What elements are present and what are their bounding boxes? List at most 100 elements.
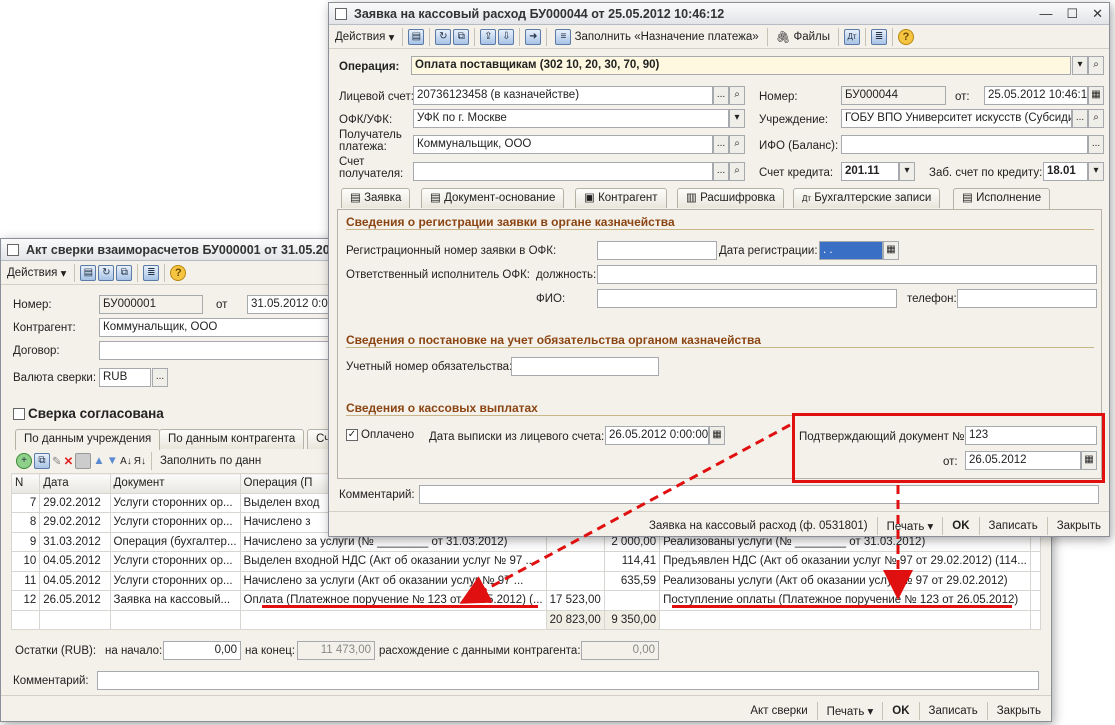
schet-kred-field[interactable]: 201.11 xyxy=(841,162,899,181)
schet-field[interactable] xyxy=(413,162,713,181)
akt-date-field[interactable]: 31.05.2012 0:00 xyxy=(247,295,329,314)
report-icon[interactable]: ≣ xyxy=(143,264,160,281)
licevoy-field[interactable]: 20736123458 (в казначействе) xyxy=(413,86,713,105)
schet-kred-dropdown[interactable]: ▾ xyxy=(899,162,915,181)
akt-fill-button[interactable]: Заполнить по данн xyxy=(157,451,264,471)
poluch-select-button[interactable]: ... xyxy=(713,135,729,154)
close-icon[interactable]: ✕ xyxy=(1092,6,1103,22)
sort-asc-icon[interactable]: А↓ xyxy=(120,456,132,467)
post-icon[interactable]: ▤ xyxy=(408,28,425,45)
ifo-select-button[interactable]: ... xyxy=(1088,135,1104,154)
poluch-field[interactable]: Коммунальщик, ООО xyxy=(413,135,713,154)
files-button[interactable]: 🖇 Файлы xyxy=(773,27,833,47)
operation-search-icon[interactable]: ⌕ xyxy=(1088,56,1104,75)
zab-dropdown[interactable]: ▾ xyxy=(1088,162,1104,181)
uchr-field[interactable]: ГОБУ ВПО Университет искусств (Субсидия xyxy=(841,109,1072,128)
uchr-search-icon[interactable]: ⌕ xyxy=(1088,109,1104,128)
akt-valuta-field[interactable]: RUB xyxy=(99,368,151,387)
poluch-search-icon[interactable]: ⌕ xyxy=(729,135,745,154)
delete-icon[interactable]: ✕ xyxy=(64,454,74,468)
akt-report-button[interactable]: Акт сверки xyxy=(750,705,807,717)
akt-print-button[interactable]: Печать ▾ xyxy=(827,704,874,718)
table-row[interactable]: 11 04.05.2012 Услуги сторонних ор... Начисл… xyxy=(10,570,1042,591)
ofk-field[interactable]: УФК по г. Москве xyxy=(413,109,729,128)
akt-ok-button[interactable]: OK xyxy=(892,705,909,717)
col-date[interactable]: Дата xyxy=(39,473,111,494)
refresh-icon[interactable]: ↻ xyxy=(98,264,115,281)
zayavka-ok-button[interactable]: OK xyxy=(952,520,969,532)
table-row[interactable]: 10 04.05.2012 Услуги сторонних ор... Выделе… xyxy=(10,551,1042,572)
help-icon[interactable]: ? xyxy=(170,264,187,281)
tab-po-dannym-kontragenta[interactable]: По данным контрагента xyxy=(159,429,305,449)
nomer-field[interactable]: БУ000044 xyxy=(841,86,946,105)
uchet-field[interactable] xyxy=(511,357,659,376)
tab-rasshifrovka[interactable]: ▥ Расшифровка xyxy=(677,188,785,208)
akt-valuta-select-button[interactable]: ... xyxy=(152,368,168,387)
operation-dropdown-button[interactable]: ▾ xyxy=(1072,56,1088,75)
copy-icon[interactable]: ⧉ xyxy=(116,264,133,281)
uchr-select-button[interactable]: ... xyxy=(1072,109,1088,128)
col-document[interactable]: Документ xyxy=(109,473,241,494)
akt-dogovor-field[interactable] xyxy=(99,341,329,360)
add-icon[interactable]: + xyxy=(16,453,32,469)
vyp-calendar-icon[interactable]: ▦ xyxy=(709,426,725,445)
based-on-icon[interactable]: ⇪ xyxy=(480,28,497,45)
akt-save-button[interactable]: Записать xyxy=(929,705,978,717)
licevoy-search-icon[interactable]: ⌕ xyxy=(729,86,745,105)
akt-agreed-checkbox[interactable]: Сверка согласована xyxy=(13,406,164,421)
akt-comment-field[interactable] xyxy=(97,671,1039,690)
tab-kontragent[interactable]: ▣ Контрагент xyxy=(575,188,667,208)
akt-actions-menu[interactable]: Действия ▾ xyxy=(4,263,69,283)
post-icon[interactable]: ▤ xyxy=(80,264,97,281)
akt-number-field[interactable]: БУ000001 xyxy=(99,295,203,314)
schet-search-icon[interactable]: ⌕ xyxy=(729,162,745,181)
minimize-icon[interactable]: — xyxy=(1039,6,1052,22)
move-down-icon[interactable]: ▼ xyxy=(107,455,118,467)
zayavka-actions-menu[interactable]: Действия ▾ xyxy=(332,27,397,47)
operation-field[interactable]: Оплата поставщикам (302 10, 20, 30, 70, … xyxy=(411,56,1071,75)
zab-field[interactable]: 18.01 xyxy=(1043,162,1088,181)
tab-po-dannym-uchrezhdeniya[interactable]: По данным учреждения xyxy=(15,429,161,450)
date-field[interactable]: 25.05.2012 10:46:12 xyxy=(984,86,1088,105)
reg-field[interactable] xyxy=(597,241,717,260)
structure-icon[interactable]: ⇩ xyxy=(498,28,515,45)
copy-icon[interactable]: ⧉ xyxy=(453,28,470,45)
tab-ispolnenie[interactable]: ▤ Исполнение xyxy=(953,188,1051,209)
zayavka-close-button[interactable]: Закрыть xyxy=(1057,520,1101,532)
sort-desc-icon[interactable]: Я↓ xyxy=(134,456,146,467)
akt-close-button[interactable]: Закрыть xyxy=(997,705,1041,717)
ofk-dropdown-button[interactable]: ▾ xyxy=(729,109,745,128)
calendar-icon[interactable]: ▦ xyxy=(1088,86,1104,105)
tab-document-osnovanie[interactable]: ▤ Документ-основание xyxy=(421,188,565,208)
fio-field[interactable] xyxy=(597,289,897,308)
edit-icon[interactable]: ✎ xyxy=(52,454,62,468)
datereg-field[interactable]: . . xyxy=(819,241,883,260)
oplacheno-checkbox[interactable]: ✓ Оплачено xyxy=(346,429,414,441)
maximize-icon[interactable]: ☐ xyxy=(1066,6,1078,22)
col-n[interactable]: N xyxy=(10,473,41,494)
refresh-icon[interactable]: ↻ xyxy=(435,28,452,45)
datereg-calendar-icon[interactable]: ▦ xyxy=(883,241,899,260)
akt-kontragent-field[interactable]: Коммунальщик, ООО xyxy=(99,318,329,337)
fill-purpose-button[interactable]: ≡ Заполнить «Назначение платежа» xyxy=(552,27,761,47)
ifo-field[interactable] xyxy=(841,135,1088,154)
grid-icon[interactable] xyxy=(75,453,92,469)
tab-buh-zapisi[interactable]: Дт Бухгалтерские записи xyxy=(793,188,941,208)
vyp-field[interactable]: 26.05.2012 0:00:00 xyxy=(605,426,709,445)
schet-select-button[interactable]: ... xyxy=(713,162,729,181)
copy-row-icon[interactable]: ⧉ xyxy=(34,453,50,469)
tab-zayavka[interactable]: ▤ Заявка xyxy=(341,188,411,208)
help-icon[interactable]: ? xyxy=(898,28,915,45)
tel-field[interactable] xyxy=(957,289,1097,308)
zayavka-save-button[interactable]: Записать xyxy=(989,520,1038,532)
licevoy-select-button[interactable]: ... xyxy=(713,86,729,105)
goto-icon[interactable]: ➜ xyxy=(525,28,542,45)
move-up-icon[interactable]: ▲ xyxy=(93,455,104,467)
report-icon[interactable]: ≣ xyxy=(871,28,888,45)
nachalo-field[interactable]: 0,00 xyxy=(163,641,241,660)
zayavka-form-button[interactable]: Заявка на кассовый расход (ф. 0531801) xyxy=(649,520,868,532)
zayavka-comment-field[interactable] xyxy=(419,485,1099,504)
dolzh-field[interactable] xyxy=(597,265,1097,284)
zayavka-print-button[interactable]: Печать ▾ xyxy=(887,519,934,533)
dt-kt-icon[interactable]: Дт xyxy=(844,28,861,45)
